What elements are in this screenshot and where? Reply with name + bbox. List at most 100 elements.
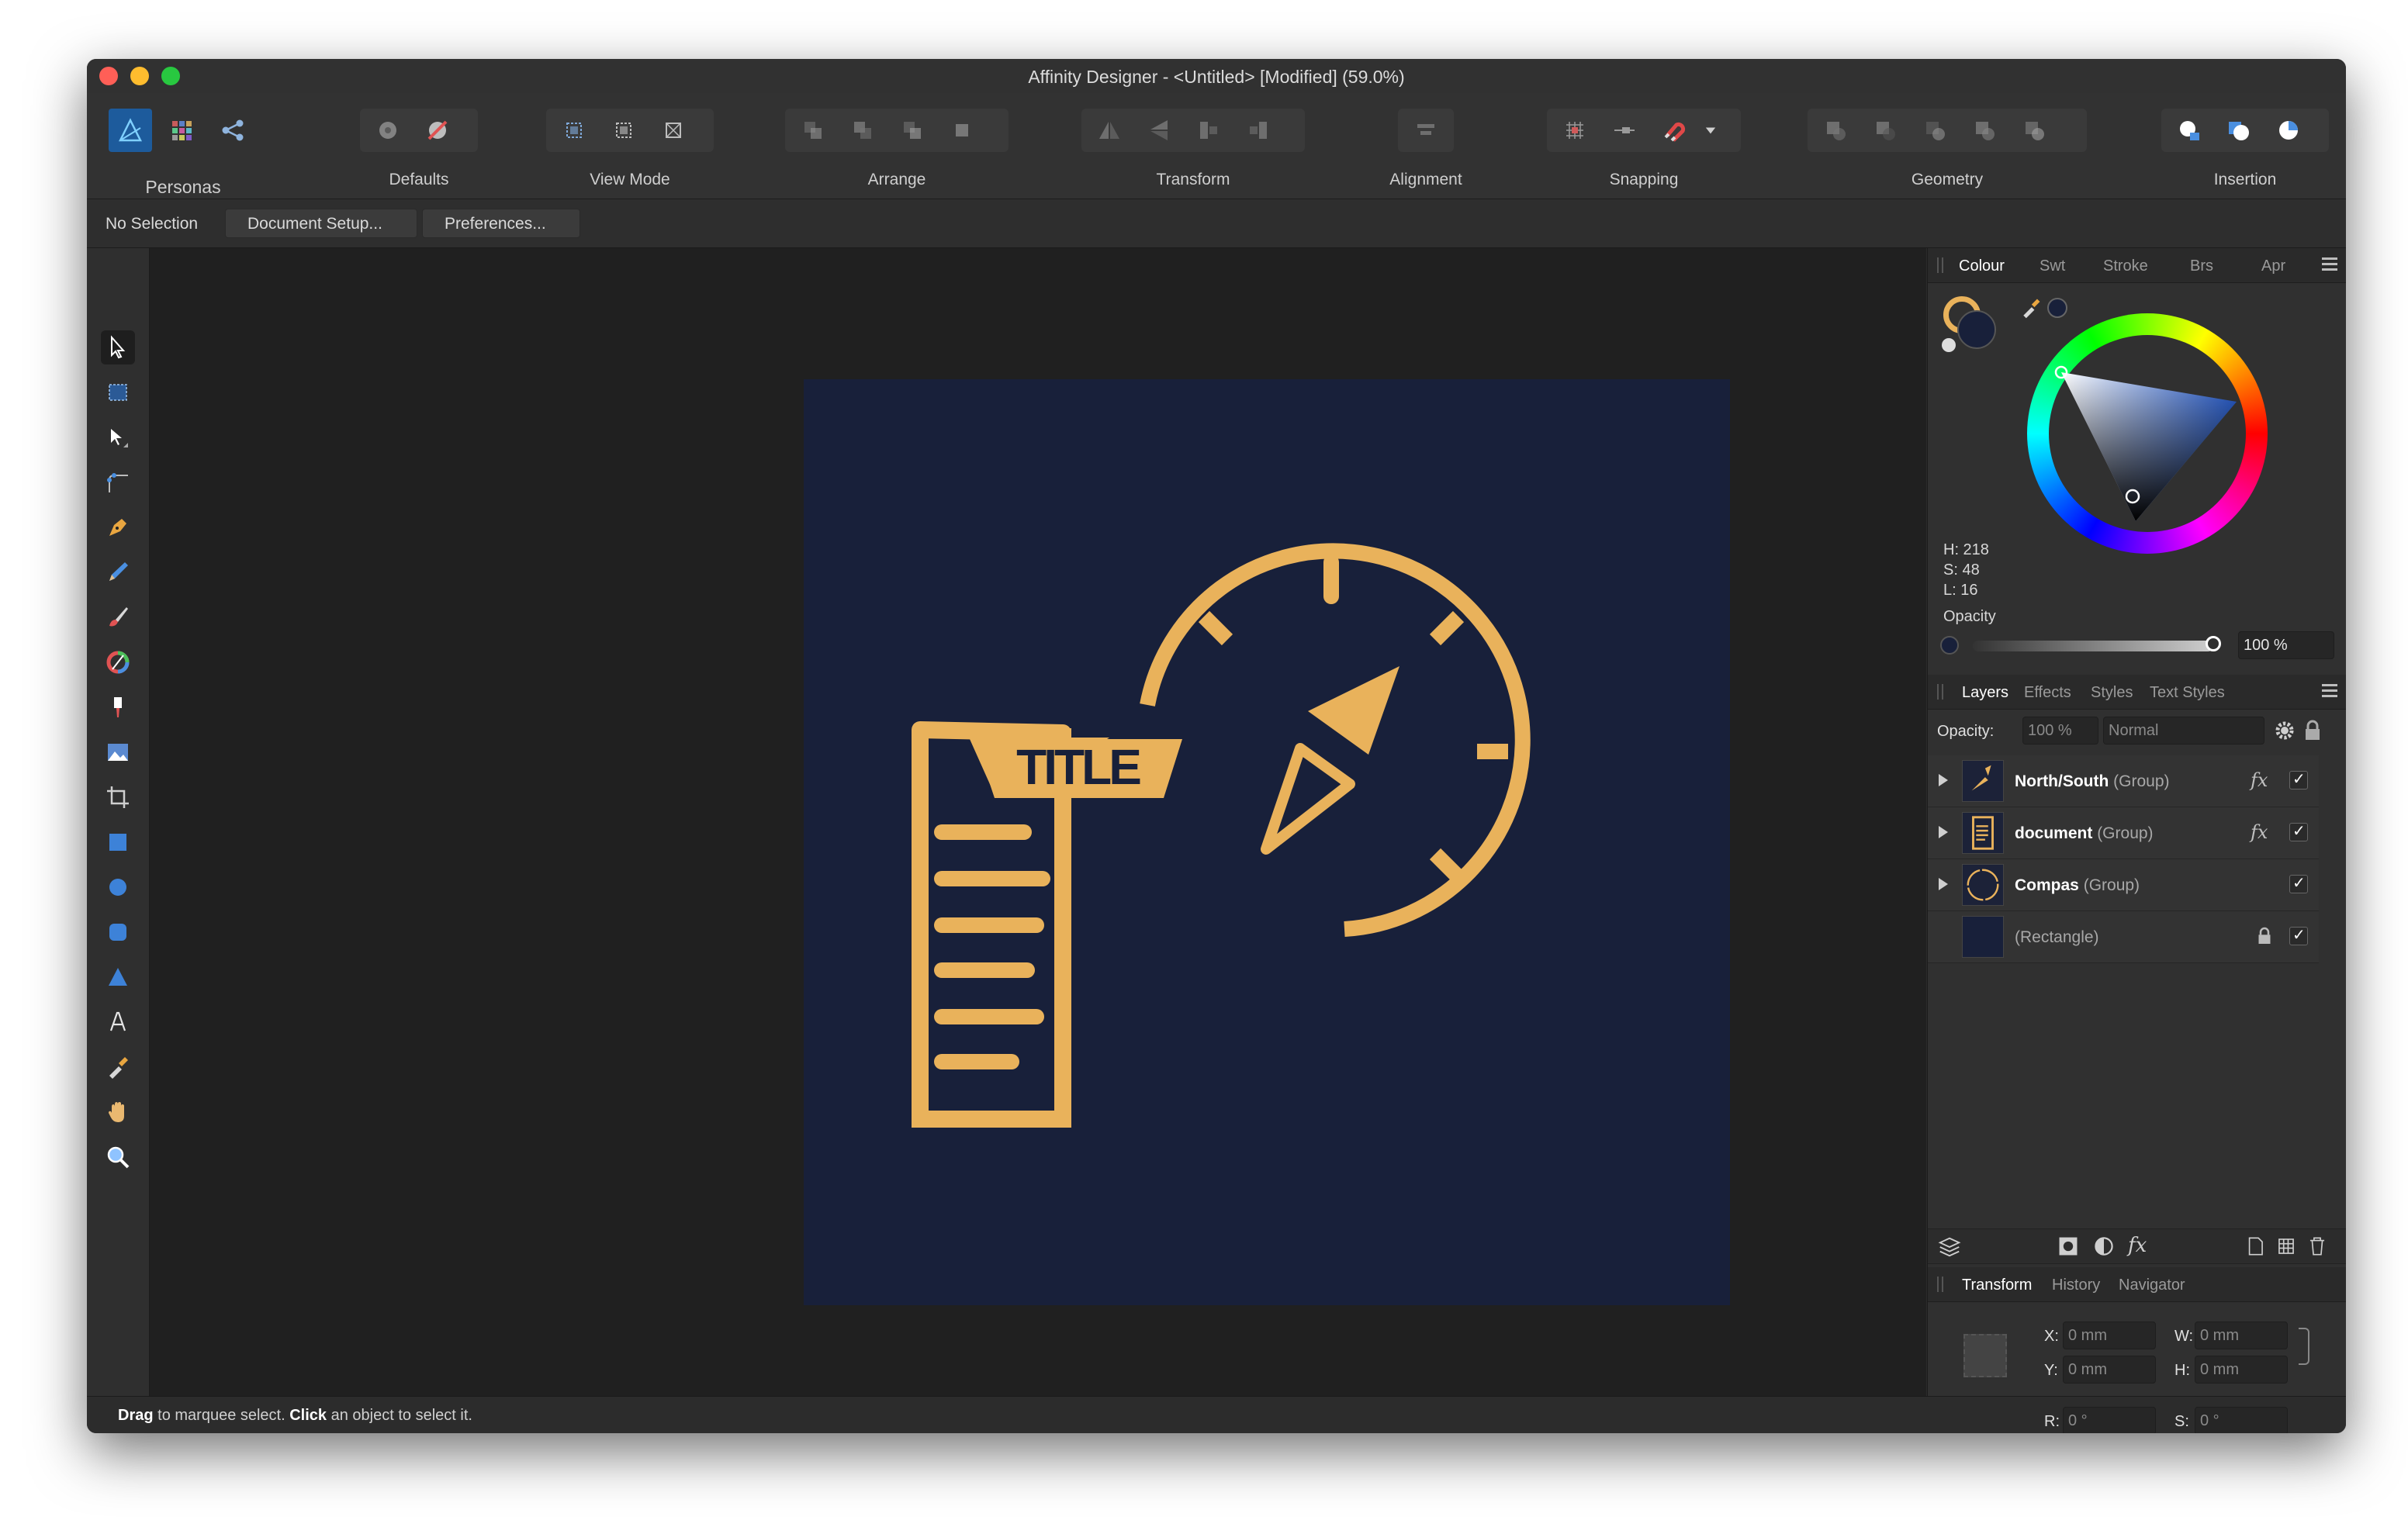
layer-opacity-field[interactable]: 100 % — [2022, 717, 2098, 745]
layer-visibility-checkbox[interactable] — [2289, 769, 2308, 789]
expand-arrow-icon[interactable] — [1939, 878, 1948, 890]
shear-field[interactable]: 0 ° — [2195, 1407, 2288, 1433]
trash-icon[interactable] — [2306, 1235, 2328, 1257]
fill-tool[interactable] — [101, 645, 135, 679]
snapping-grid-button[interactable] — [1550, 112, 1600, 149]
node-tool[interactable] — [101, 420, 135, 454]
adjustment-layer-icon[interactable] — [2092, 1235, 2116, 1258]
revert-defaults-button[interactable] — [413, 112, 462, 149]
canvas-area[interactable]: TITLE — [150, 248, 1926, 1396]
rotate-right-button[interactable] — [1233, 112, 1283, 149]
colour-panel-menu[interactable] — [2322, 257, 2337, 271]
place-image-tool[interactable] — [101, 735, 135, 769]
layer-row-compas[interactable]: Compas (Group) — [1928, 859, 2319, 911]
divide-geometry-button[interactable] — [2009, 112, 2059, 149]
fill-stroke-swatch[interactable] — [1942, 295, 2004, 357]
pixel-view-button[interactable] — [549, 112, 599, 149]
layer-effects-fx-icon[interactable]: fx — [2128, 1234, 2147, 1257]
rounded-rectangle-tool[interactable] — [101, 915, 135, 949]
move-to-front-button[interactable] — [937, 112, 987, 149]
layer-lock-icon[interactable] — [2303, 720, 2322, 741]
move-to-back-button[interactable] — [788, 112, 838, 149]
layer-visibility-checkbox[interactable] — [2289, 925, 2308, 945]
snapping-toggle-button[interactable] — [1649, 112, 1699, 149]
h-field[interactable]: 0 mm — [2195, 1356, 2288, 1384]
xor-geometry-button[interactable] — [1960, 112, 2009, 149]
tab-effects[interactable]: Effects — [2024, 684, 2071, 702]
stroke-swatch[interactable] — [1957, 310, 1996, 349]
triangle-tool[interactable] — [101, 960, 135, 994]
layer-locked-icon[interactable] — [2257, 927, 2272, 945]
opacity-slider-handle[interactable] — [2206, 636, 2221, 651]
add-pixel-layer-icon[interactable] — [2244, 1235, 2266, 1257]
colour-wheel[interactable] — [2027, 313, 2268, 554]
view-hand-tool[interactable] — [101, 1095, 135, 1129]
layers-panel-menu[interactable] — [2322, 684, 2337, 698]
panel-grip[interactable] — [1937, 257, 1943, 273]
tab-brushes[interactable]: Brs — [2190, 257, 2213, 275]
layer-row-north-south[interactable]: North/South (Group) fx — [1928, 755, 2319, 807]
vector-brush-tool[interactable] — [101, 600, 135, 634]
document-setup-button[interactable]: Document Setup... — [225, 209, 417, 238]
document-compass-artwork[interactable]: TITLE — [804, 379, 1730, 1305]
tab-transform[interactable]: Transform — [1962, 1277, 2032, 1294]
flip-horizontal-button[interactable] — [1085, 112, 1134, 149]
corner-tool[interactable] — [101, 465, 135, 499]
x-field[interactable]: 0 mm — [2063, 1322, 2156, 1349]
move-forward-one-button[interactable] — [887, 112, 937, 149]
designer-persona-button[interactable] — [109, 109, 152, 152]
synchronise-defaults-button[interactable] — [363, 112, 413, 149]
expand-arrow-icon[interactable] — [1939, 774, 1948, 786]
ellipse-tool[interactable] — [101, 870, 135, 904]
layer-visibility-checkbox[interactable] — [2289, 873, 2308, 893]
tab-history[interactable]: History — [2052, 1277, 2100, 1294]
layer-row-document[interactable]: document (Group) fx — [1928, 807, 2319, 859]
panel-grip[interactable] — [1937, 1277, 1943, 1292]
artistic-text-tool[interactable] — [101, 1005, 135, 1039]
alignment-button[interactable] — [1401, 112, 1451, 149]
add-geometry-button[interactable] — [1811, 112, 1860, 149]
y-field[interactable]: 0 mm — [2063, 1356, 2156, 1384]
tab-colour[interactable]: Colour — [1959, 257, 2005, 275]
mask-layer-icon[interactable] — [2057, 1235, 2080, 1258]
tab-appearance[interactable]: Apr — [2261, 257, 2285, 275]
insert-inside-button[interactable] — [2264, 112, 2313, 149]
fx-icon[interactable]: fx — [2251, 821, 2268, 843]
retina-view-button[interactable] — [599, 112, 649, 149]
artboard-tool[interactable] — [101, 375, 135, 409]
snapping-options-dropdown[interactable] — [1699, 112, 1722, 149]
layer-visibility-checkbox[interactable] — [2289, 821, 2308, 841]
tab-layers[interactable]: Layers — [1962, 684, 2008, 702]
transparency-tool[interactable] — [101, 690, 135, 724]
tab-swatches[interactable]: Swt — [2040, 257, 2065, 275]
pencil-tool[interactable] — [101, 555, 135, 589]
preferences-button[interactable]: Preferences... — [422, 209, 580, 238]
insert-top-button[interactable] — [2214, 112, 2264, 149]
crop-tool[interactable] — [101, 780, 135, 814]
anchor-selector[interactable] — [1956, 1326, 2015, 1385]
fx-icon[interactable]: fx — [2251, 769, 2268, 791]
no-colour-icon[interactable] — [1942, 338, 1956, 352]
pen-tool[interactable] — [101, 510, 135, 544]
colour-picker-tool[interactable] — [101, 1050, 135, 1084]
panel-grip[interactable] — [1937, 684, 1943, 700]
blend-mode-select[interactable]: Normal — [2103, 717, 2264, 745]
w-field[interactable]: 0 mm — [2195, 1322, 2288, 1349]
opacity-field[interactable]: 100 % — [2238, 631, 2334, 659]
rectangle-tool[interactable] — [101, 825, 135, 859]
artboard[interactable]: TITLE — [804, 379, 1730, 1305]
outline-view-button[interactable] — [649, 112, 698, 149]
layer-settings-gear-icon[interactable] — [2274, 720, 2296, 741]
layer-row-rectangle[interactable]: (Rectangle) — [1928, 911, 2319, 963]
tab-navigator[interactable]: Navigator — [2119, 1277, 2185, 1294]
tab-text-styles[interactable]: Text Styles — [2150, 684, 2225, 702]
pixel-persona-button[interactable] — [160, 109, 203, 152]
export-persona-button[interactable] — [211, 109, 254, 152]
intersect-geometry-button[interactable] — [1910, 112, 1960, 149]
tab-stroke[interactable]: Stroke — [2103, 257, 2148, 275]
add-group-icon[interactable] — [2275, 1235, 2297, 1257]
subtract-geometry-button[interactable] — [1860, 112, 1910, 149]
rotation-field[interactable]: 0 ° — [2063, 1407, 2156, 1433]
snapping-guides-button[interactable] — [1600, 112, 1649, 149]
lock-aspect-bracket[interactable] — [2299, 1328, 2309, 1365]
